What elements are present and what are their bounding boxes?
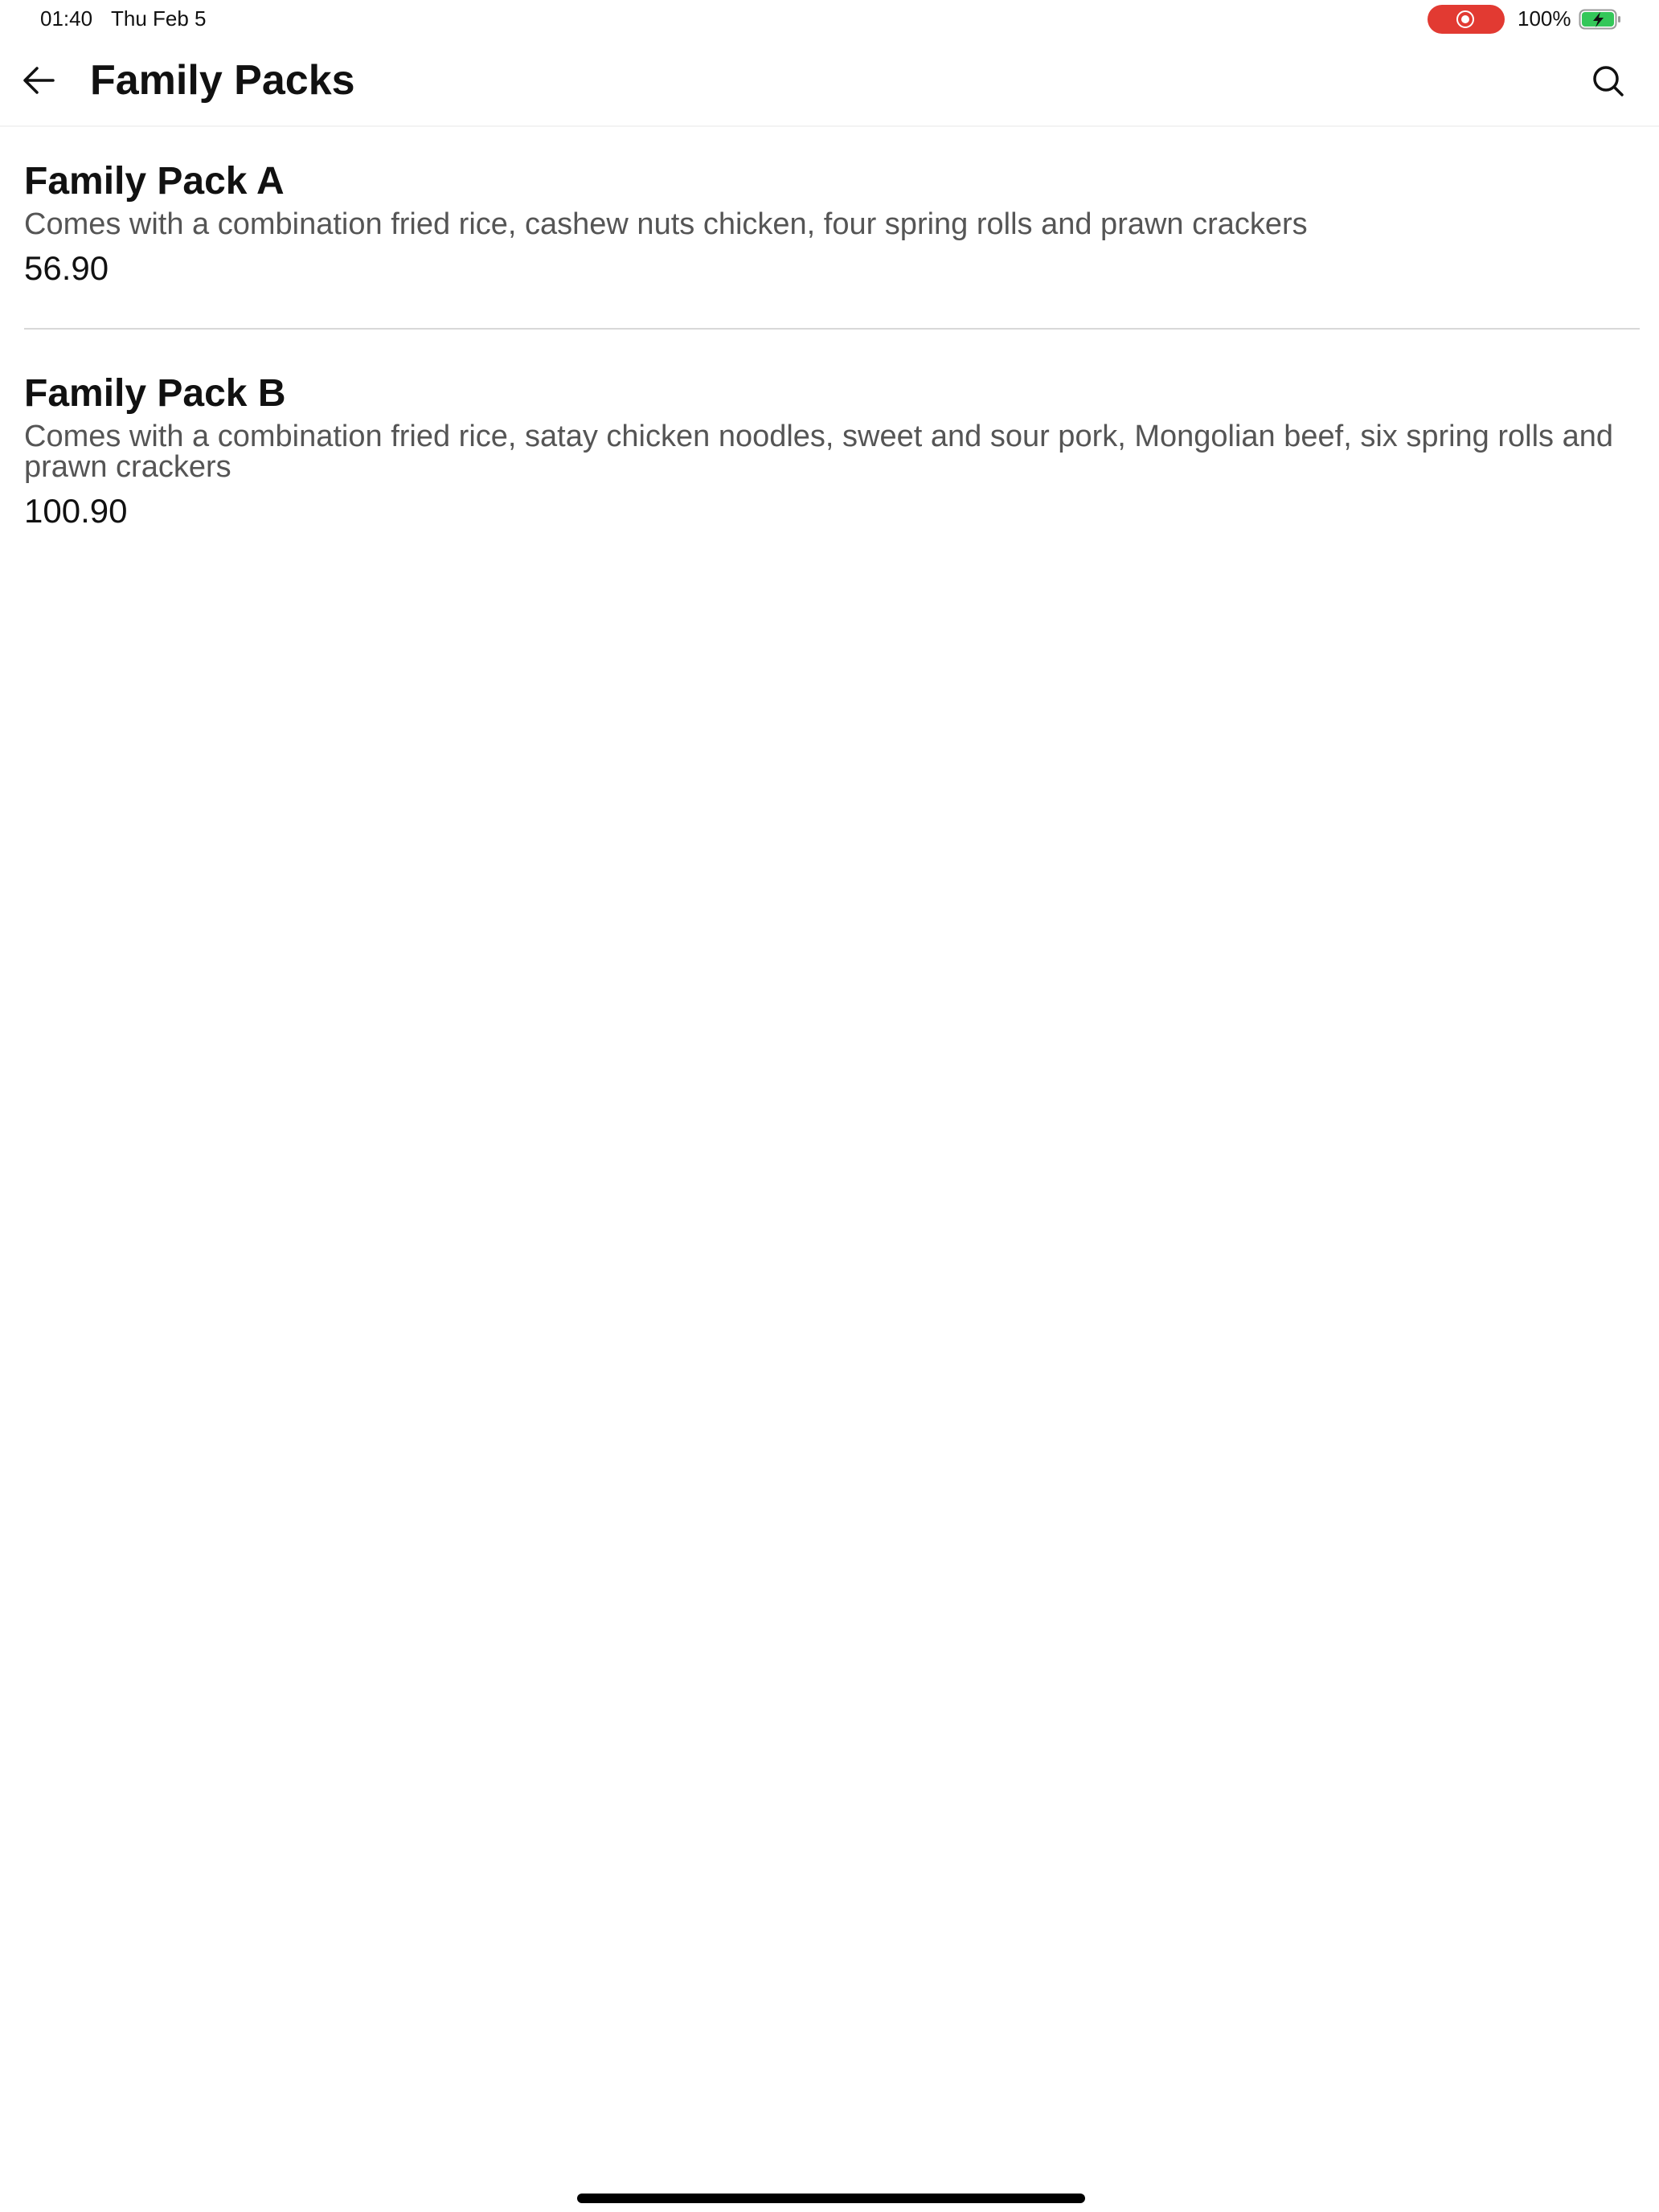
- battery-charging-icon: [1579, 9, 1620, 30]
- status-date: Thu Feb 5: [111, 6, 207, 31]
- back-button[interactable]: [14, 58, 66, 103]
- page-title: Family Packs: [90, 57, 355, 104]
- menu-item-family-pack-b[interactable]: Family Pack B Comes with a combination f…: [24, 330, 1640, 532]
- home-indicator[interactable]: [577, 2194, 1085, 2203]
- item-name: Family Pack A: [24, 160, 285, 203]
- record-dot: [1461, 15, 1469, 23]
- item-price: 100.90: [24, 492, 128, 530]
- item-price: 56.90: [24, 249, 109, 287]
- item-name: Family Pack B: [24, 372, 286, 415]
- menu-item-family-pack-a[interactable]: Family Pack A Comes with a combination f…: [24, 158, 1640, 328]
- app-bar: Family Packs: [0, 39, 1659, 127]
- screen-recording-indicator[interactable]: [1428, 5, 1505, 34]
- menu-list: Family Pack A Comes with a combination f…: [24, 158, 1640, 532]
- status-time: 01:40: [40, 6, 93, 31]
- status-bar: 01:40 Thu Feb 5 100%: [0, 0, 1659, 39]
- item-description: Comes with a combination fried rice, cas…: [24, 207, 1308, 241]
- battery-percent: 100%: [1518, 6, 1571, 31]
- arrow-left-icon: [23, 67, 55, 94]
- screen: 01:40 Thu Feb 5 100% Family Packs Family…: [0, 0, 1659, 2212]
- search-icon: [1593, 66, 1624, 96]
- search-button[interactable]: [1585, 58, 1633, 106]
- item-description: Comes with a combination fried rice, sat…: [24, 420, 1614, 484]
